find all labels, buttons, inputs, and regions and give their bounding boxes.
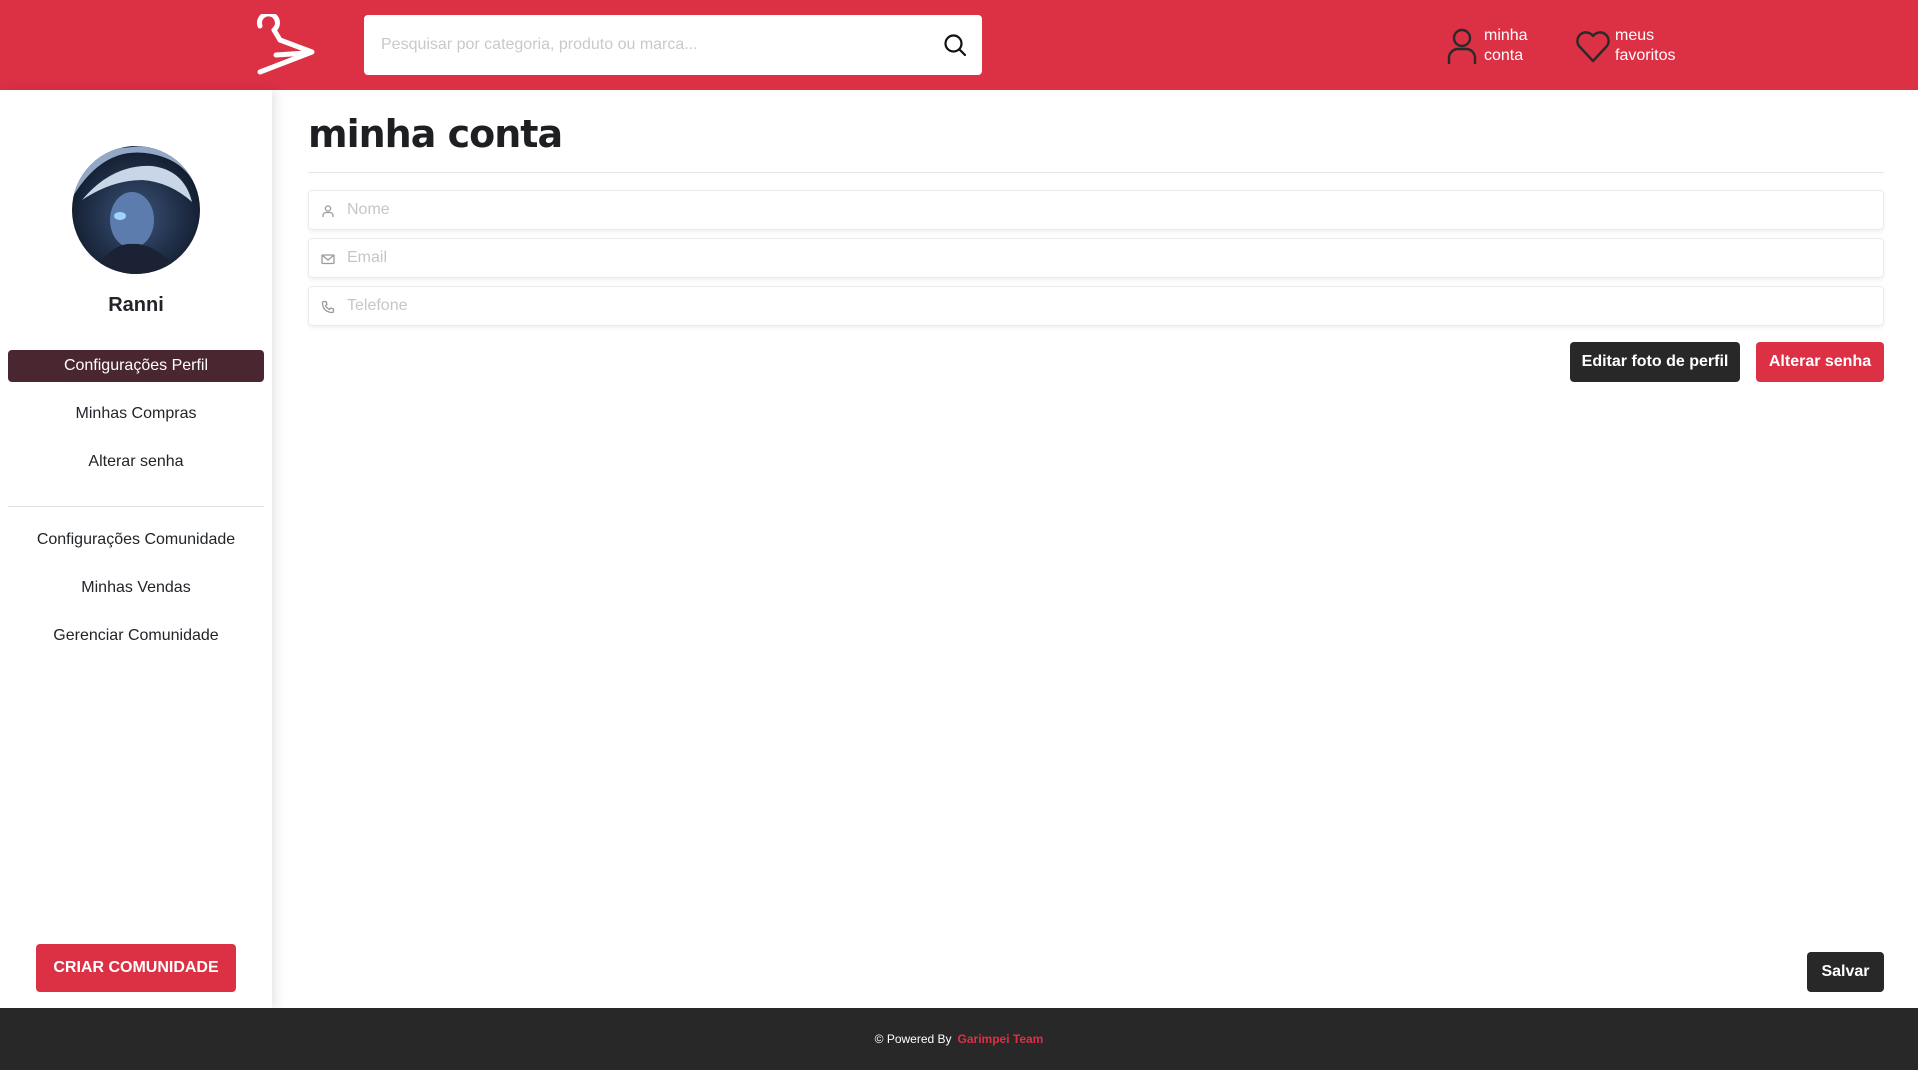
search-icon[interactable] — [942, 32, 968, 58]
favorites-label: meus favoritos — [1615, 26, 1695, 66]
phone-icon — [321, 300, 335, 314]
search-input[interactable] — [364, 15, 924, 75]
favorites-label-line1: meus — [1615, 27, 1655, 44]
account-label: minha conta — [1484, 26, 1564, 66]
avatar[interactable] — [72, 146, 200, 274]
nav-my-sales[interactable]: Minhas Vendas — [8, 572, 264, 604]
page-title: minha conta — [308, 112, 563, 156]
email-field — [308, 238, 1884, 278]
nav-change-password[interactable]: Alterar senha — [8, 446, 264, 478]
footer-brand-link[interactable]: Garimpei Team — [958, 1032, 1044, 1046]
hanger-icon[interactable] — [250, 14, 318, 76]
create-community-button[interactable]: CRIAR COMUNIDADE — [36, 944, 236, 992]
account-link[interactable]: minha conta — [1442, 26, 1564, 66]
search-bar — [364, 15, 982, 75]
title-divider — [308, 172, 1884, 173]
nav-profile-settings[interactable]: Configurações Perfil — [8, 350, 264, 382]
nav-community-settings[interactable]: Configurações Comunidade — [8, 524, 264, 556]
save-button[interactable]: Salvar — [1807, 952, 1884, 992]
heart-icon — [1576, 31, 1610, 63]
user-icon — [322, 205, 334, 217]
favorites-link[interactable]: meus favoritos — [1573, 26, 1695, 66]
email-input[interactable] — [347, 239, 1867, 277]
change-password-button[interactable]: Alterar senha — [1756, 342, 1884, 382]
account-label-line1: minha — [1484, 27, 1528, 44]
footer: © Powered By Garimpei Team — [0, 1008, 1918, 1070]
mail-icon — [321, 254, 335, 265]
nav-my-purchases[interactable]: Minhas Compras — [8, 398, 264, 430]
phone-field — [308, 286, 1884, 326]
nav-manage-community[interactable]: Gerenciar Comunidade — [8, 620, 264, 652]
user-icon — [1447, 28, 1477, 64]
sidebar: Ranni Configurações Perfil Minhas Compra… — [0, 90, 272, 1008]
name-input[interactable] — [347, 191, 1867, 229]
main-content: minha conta Editar foto de perfil Altera… — [308, 90, 1884, 1008]
account-label-line2: conta — [1484, 47, 1524, 64]
phone-input[interactable] — [347, 287, 1867, 325]
name-field — [308, 190, 1884, 230]
profile-username: Ranni — [108, 294, 164, 316]
footer-text: © Powered By — [874, 1032, 952, 1046]
edit-photo-button[interactable]: Editar foto de perfil — [1570, 342, 1740, 382]
top-header: minha conta meus favoritos — [0, 0, 1918, 90]
nav-divider — [8, 506, 264, 507]
favorites-label-line2: favoritos — [1615, 47, 1676, 64]
